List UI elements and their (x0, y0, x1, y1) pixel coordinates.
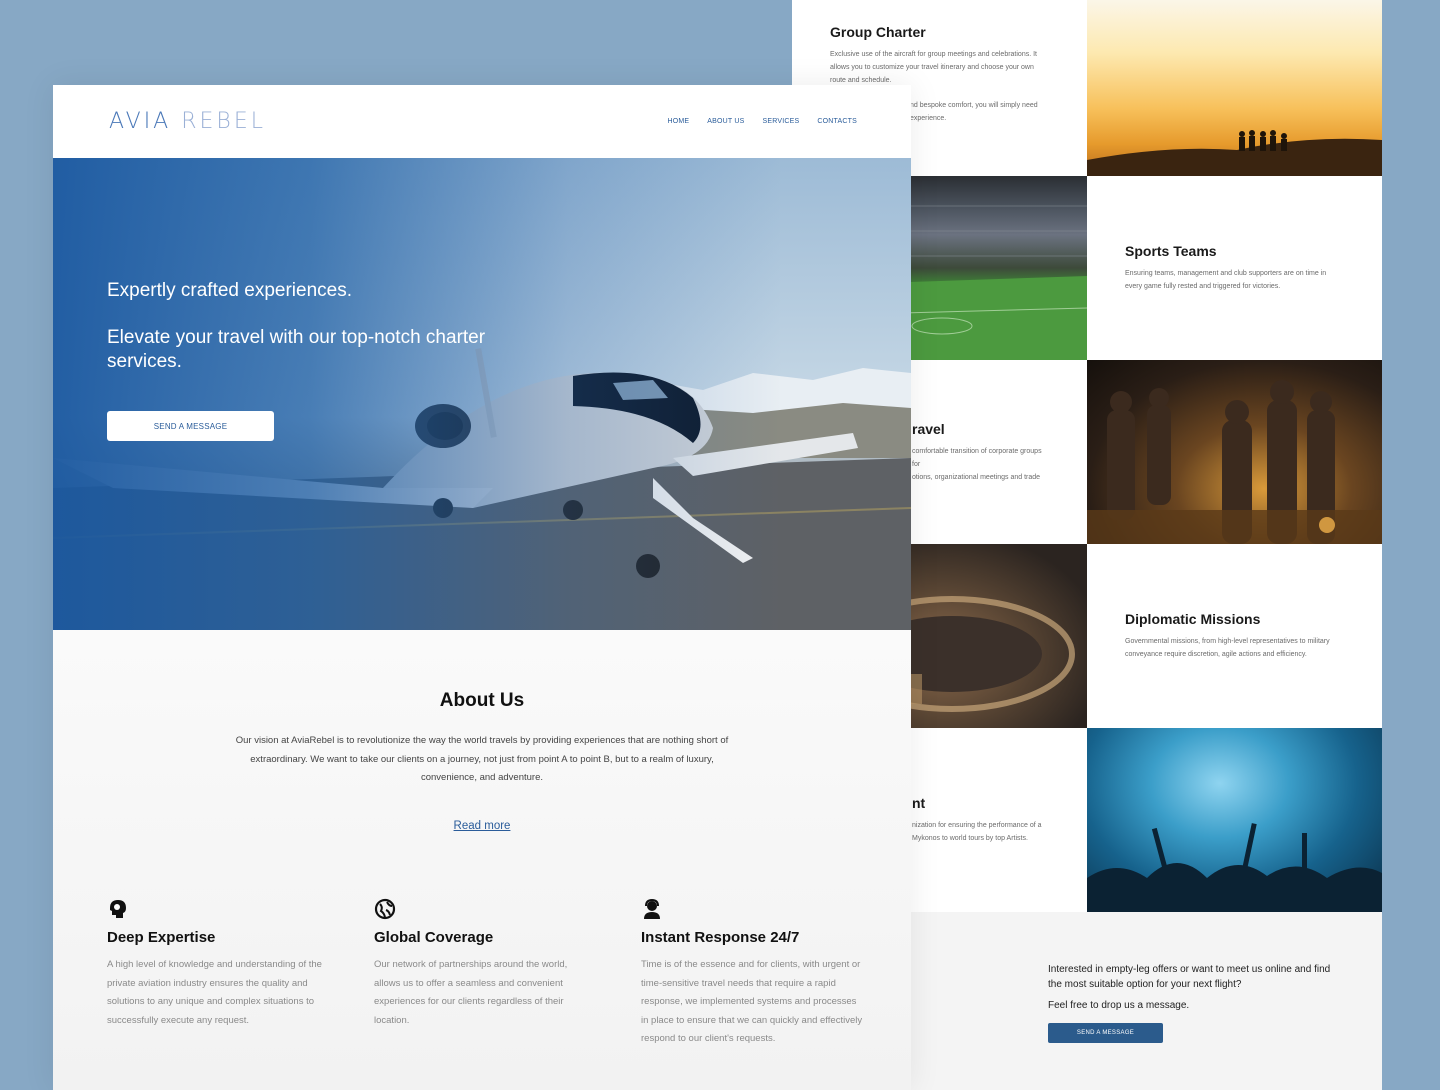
logo[interactable]: AVIA REBEL (109, 109, 266, 134)
service-desc: Exclusive use of the aircraft for group … (830, 51, 1037, 84)
globe-icon (374, 898, 396, 920)
main-nav: HOME ABOUT US SERVICES CONTACTS (667, 118, 857, 125)
service-title: Sports Teams (1125, 243, 1217, 259)
feature-title: Deep Expertise (107, 929, 216, 946)
support-agent-icon (644, 898, 660, 919)
cta-text: Interested in empty-leg offers or want t… (1048, 964, 1331, 990)
hero-subheadline: Elevate your travel with our top-notch c… (107, 327, 486, 372)
concert-image (1087, 728, 1382, 912)
logo-rebel: REBEL (181, 109, 266, 134)
about-title: About Us (439, 690, 525, 711)
service-desc: nization for ensuring the performance of… (912, 822, 1042, 842)
nav-contacts[interactable]: CONTACTS (817, 118, 857, 125)
feature-title: Global Coverage (374, 929, 494, 946)
group-charter-image (1087, 0, 1382, 176)
service-diplomatic: Diplomatic Missions Governmental mission… (1087, 544, 1382, 728)
brain-head-icon (110, 900, 126, 918)
hero-send-message-button[interactable]: SEND A MESSAGE (107, 411, 274, 441)
feature-desc: Time is of the essence and for clients, … (641, 959, 863, 1044)
feature-global-coverage: Global Coverage Our network of partnersh… (374, 898, 641, 1049)
hero-headline: Expertly crafted experiences. (107, 280, 353, 301)
service-title: ravel (912, 420, 945, 437)
corporate-event-image (1087, 360, 1382, 544)
cta-text-secondary: Feel free to drop us a message. (1048, 1000, 1190, 1011)
logo-avia: AVIA (109, 109, 172, 134)
hero-section: Expertly crafted experiences. Elevate yo… (53, 158, 911, 630)
features-list: Deep Expertise A high level of knowledge… (107, 898, 908, 1049)
about-text: Our vision at AviaRebel is to revolution… (235, 735, 729, 783)
feature-instant-response: Instant Response 24/7 Time is of the ess… (641, 898, 908, 1049)
service-sports-teams: Sports Teams Ensuring teams, management … (1087, 176, 1382, 360)
service-desc: Ensuring teams, management and club supp… (1125, 270, 1327, 290)
service-title: nt (912, 795, 926, 811)
nav-about-us[interactable]: ABOUT US (707, 118, 744, 125)
cta-send-message-button[interactable]: SEND A MESSAGE (1048, 1023, 1163, 1043)
feature-deep-expertise: Deep Expertise A high level of knowledge… (107, 898, 374, 1049)
nav-home[interactable]: HOME (667, 118, 689, 125)
service-desc: comfortable transition of corporate grou… (912, 447, 1042, 481)
nav-services[interactable]: SERVICES (763, 118, 800, 125)
service-title: Group Charter (830, 24, 926, 40)
about-section: About Us Our vision at AviaRebel is to r… (53, 630, 911, 1090)
feature-title: Instant Response 24/7 (641, 929, 800, 946)
feature-desc: Our network of partnerships around the w… (374, 959, 568, 1026)
read-more-link[interactable]: Read more (53, 820, 911, 832)
site-header: AVIA REBEL HOME ABOUT US SERVICES CONTAC… (53, 85, 911, 158)
service-desc: Governmental missions, from high-level r… (1125, 638, 1330, 658)
service-title: Diplomatic Missions (1125, 611, 1261, 627)
feature-desc: A high level of knowledge and understand… (107, 959, 322, 1026)
home-page: AVIA REBEL HOME ABOUT US SERVICES CONTAC… (53, 85, 911, 1090)
